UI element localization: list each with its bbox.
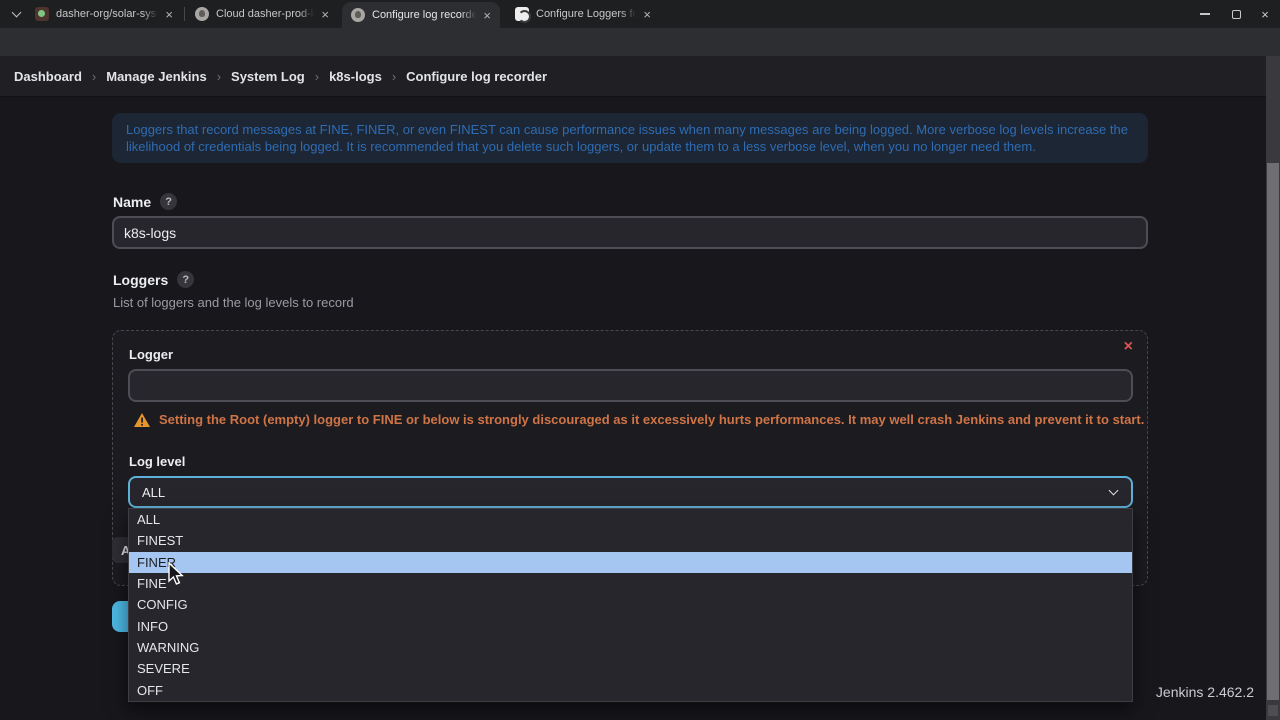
log-level-select[interactable]: ALL — [128, 476, 1133, 508]
cloud-favicon-icon — [195, 7, 209, 21]
breadcrumb-separator: › — [217, 69, 221, 84]
mouse-cursor — [168, 562, 185, 586]
option-severe[interactable]: SEVERE — [129, 658, 1132, 679]
tab-divider — [184, 7, 185, 21]
delete-logger-icon[interactable]: × — [1124, 339, 1133, 355]
option-warning[interactable]: WARNING — [129, 637, 1132, 658]
root-logger-warning: Setting the Root (empty) logger to FINE … — [134, 412, 1144, 427]
breadcrumb-dashboard[interactable]: Dashboard — [14, 69, 82, 84]
name-label: Name — [113, 194, 151, 210]
log-level-label: Log level — [129, 454, 185, 469]
option-off[interactable]: OFF — [129, 680, 1132, 701]
tab-search-button[interactable] — [7, 5, 25, 23]
docs-favicon-icon — [515, 7, 529, 21]
option-info[interactable]: INFO — [129, 616, 1132, 637]
log-level-dropdown: ALL FINEST FINER FINE CONFIG INFO WARNIN… — [128, 508, 1133, 702]
breadcrumb-separator: › — [392, 69, 396, 84]
loggers-field-label: Loggers ? — [113, 271, 194, 288]
option-fine[interactable]: FINE — [129, 573, 1132, 594]
jenkins-version[interactable]: Jenkins 2.462.2 — [1156, 684, 1254, 700]
tab-title: Configure Loggers for Jenkins a — [536, 8, 636, 20]
breadcrumb-configure-log-recorder[interactable]: Configure log recorder — [406, 69, 547, 84]
close-icon[interactable]: × — [483, 9, 491, 22]
scrollbar-thumb[interactable] — [1267, 163, 1279, 700]
tab-title: Configure log recorder [Jenkins — [372, 9, 476, 21]
window-minimize-button[interactable] — [1190, 0, 1220, 28]
loggers-label: Loggers — [113, 272, 168, 288]
add-logger-button[interactable]: A — [112, 537, 128, 563]
help-icon[interactable]: ? — [177, 271, 194, 288]
scrollbar-corner — [1268, 705, 1278, 716]
name-input[interactable] — [112, 216, 1148, 249]
repo-favicon-icon — [35, 7, 49, 21]
option-finer[interactable]: FINER — [129, 552, 1132, 573]
window-close-button[interactable]: × — [1250, 0, 1280, 28]
chevron-down-icon — [11, 8, 21, 18]
close-icon[interactable]: × — [321, 8, 329, 21]
jenkins-favicon-icon — [351, 8, 365, 22]
window-maximize-button[interactable] — [1221, 0, 1251, 28]
browser-tab-strip: dasher-org/solar-system - sola × Cloud d… — [0, 0, 1280, 28]
browser-toolbar: ← → ↻ Not secure 64.227.187.25:8080/mana… — [0, 28, 1280, 56]
tab-configure-log-recorder[interactable]: Configure log recorder [Jenkins × — [342, 2, 500, 28]
breadcrumb-k8s-logs[interactable]: k8s-logs — [329, 69, 382, 84]
add-logger-label: A — [121, 543, 128, 558]
tab-configure-loggers[interactable]: Configure Loggers for Jenkins a × — [506, 0, 660, 28]
close-icon: × — [1261, 7, 1269, 22]
chevron-down-icon — [1109, 486, 1119, 496]
option-finest[interactable]: FINEST — [129, 530, 1132, 551]
tab-solar-system[interactable]: dasher-org/solar-system - sola × — [26, 0, 182, 28]
minimize-icon — [1200, 13, 1210, 15]
option-config[interactable]: CONFIG — [129, 594, 1132, 615]
logger-label: Logger — [129, 347, 173, 362]
logger-input[interactable] — [128, 369, 1133, 402]
breadcrumb-separator: › — [92, 69, 96, 84]
selected-level: ALL — [142, 485, 165, 500]
help-icon[interactable]: ? — [160, 193, 177, 210]
maximize-icon — [1232, 10, 1241, 19]
warning-text: Setting the Root (empty) logger to FINE … — [159, 412, 1144, 427]
option-all[interactable]: ALL — [129, 509, 1132, 530]
close-icon[interactable]: × — [165, 8, 173, 21]
tab-cloud-droplet[interactable]: Cloud dasher-prod-k8s-us-east × — [186, 0, 338, 28]
loggers-description: List of loggers and the log levels to re… — [113, 295, 354, 310]
breadcrumb-system-log[interactable]: System Log — [231, 69, 305, 84]
warning-triangle-icon — [134, 413, 150, 427]
tab-title: dasher-org/solar-system - sola — [56, 8, 158, 20]
verbose-loggers-notice: Loggers that record messages at FINE, FI… — [112, 113, 1148, 163]
tab-title: Cloud dasher-prod-k8s-us-east — [216, 8, 314, 20]
close-icon[interactable]: × — [643, 8, 651, 21]
breadcrumb: Dashboard › Manage Jenkins › System Log … — [0, 56, 1280, 97]
scrollbar-track[interactable] — [1266, 56, 1280, 720]
name-field-label: Name ? — [113, 193, 177, 210]
breadcrumb-separator: › — [315, 69, 319, 84]
breadcrumb-manage-jenkins[interactable]: Manage Jenkins — [106, 69, 206, 84]
save-button[interactable] — [112, 601, 128, 632]
